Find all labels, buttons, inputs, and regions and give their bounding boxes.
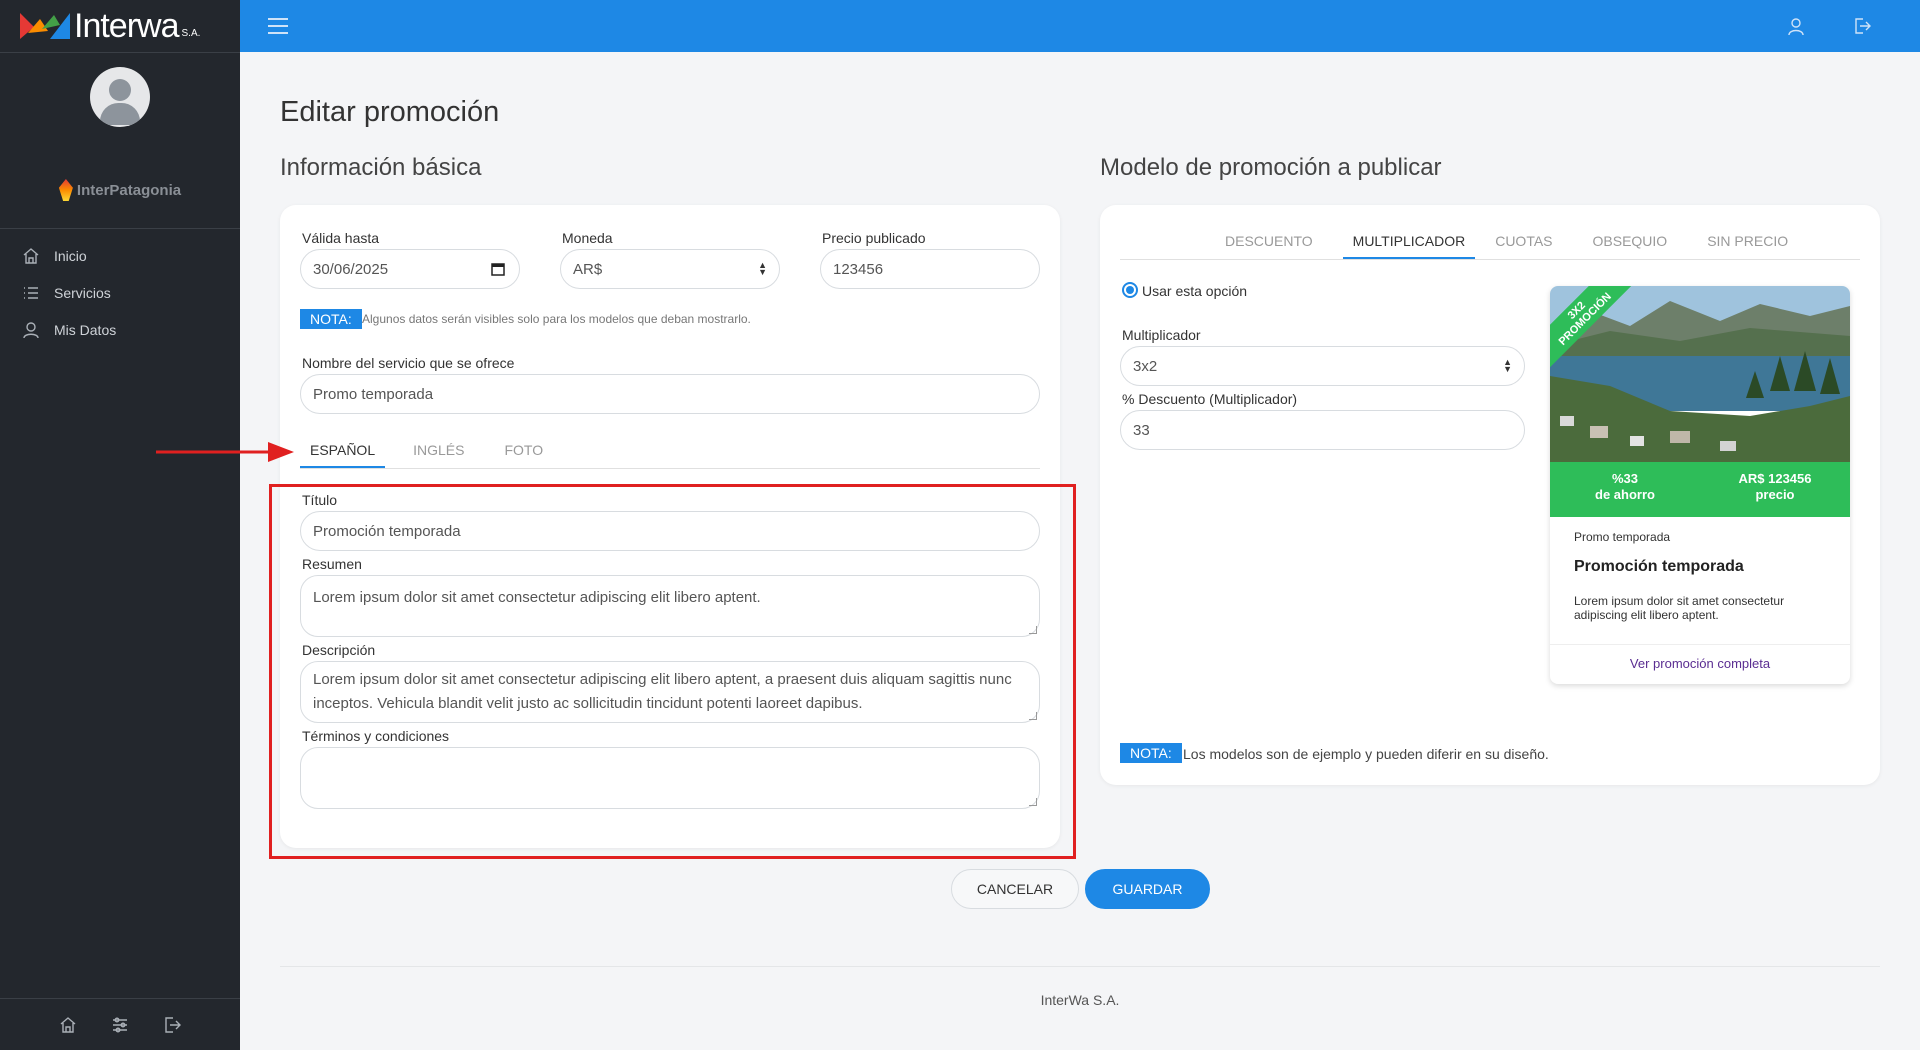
resize-handle-icon[interactable] — [1029, 626, 1037, 634]
title-label: Título — [302, 492, 338, 508]
model-tabs: DESCUENTO MULTIPLICADOR CUOTAS OBSEQUIO … — [1120, 233, 1860, 260]
price-stat-value: AR$ 123456 — [1738, 471, 1812, 486]
discount-label: % Descuento (Multiplicador) — [1122, 391, 1298, 407]
tab-multiplicador[interactable]: MULTIPLICADOR — [1342, 233, 1476, 259]
service-label: Nombre del servicio que se ofrece — [302, 355, 515, 371]
sliders-icon[interactable] — [111, 1016, 129, 1034]
price-input[interactable]: 123456 — [820, 249, 1040, 289]
list-icon — [24, 286, 38, 299]
discount-input[interactable]: 33 — [1120, 410, 1525, 450]
brand-logo-icon — [20, 13, 70, 39]
saving-stat: %33 de ahorro — [1550, 462, 1700, 517]
annotation-arrow-icon — [156, 442, 294, 462]
user-icon[interactable] — [1786, 16, 1806, 36]
sidebar-item-inicio[interactable]: Inicio — [0, 237, 240, 274]
language-tabs: ESPAÑOL INGLÉS FOTO — [300, 442, 1040, 469]
save-button[interactable]: GUARDAR — [1085, 869, 1210, 909]
saving-label: de ahorro — [1595, 487, 1655, 502]
sidebar-footer — [0, 998, 240, 1050]
company-name: InterPatagonia — [76, 181, 182, 199]
currency-value: AR$ — [573, 260, 603, 278]
promo-service: Promo temporada — [1574, 530, 1671, 544]
avatar[interactable] — [90, 67, 150, 127]
valid-until-value: 30/06/2025 — [313, 260, 389, 278]
logout-icon[interactable] — [1852, 16, 1872, 36]
multiplier-value: 3x2 — [1133, 357, 1158, 375]
tab-sin-precio[interactable]: SIN PRECIO — [1707, 233, 1788, 259]
description-textarea[interactable]: Lorem ipsum dolor sit amet consectetur a… — [300, 661, 1040, 723]
price-stat: AR$ 123456 precio — [1700, 462, 1850, 517]
sidebar-item-label: Inicio — [54, 247, 87, 264]
home-icon[interactable] — [59, 1016, 77, 1034]
currency-select[interactable]: AR$ ▲ ▼ — [560, 249, 780, 289]
calendar-icon[interactable] — [491, 262, 505, 276]
multiplier-label: Multiplicador — [1122, 327, 1201, 343]
tab-foto[interactable]: FOTO — [496, 442, 543, 468]
sidebar-item-label: Servicios — [54, 284, 111, 301]
select-arrows-icon: ▲ ▼ — [1503, 357, 1512, 374]
valid-until-label: Válida hasta — [302, 230, 380, 246]
nota-badge: NOTA: — [300, 309, 362, 329]
description-label: Descripción — [302, 642, 376, 658]
tab-cuotas[interactable]: CUOTAS — [1495, 233, 1552, 259]
use-option-radio[interactable] — [1122, 282, 1138, 298]
price-value: 123456 — [833, 260, 884, 278]
tab-ingles[interactable]: INGLÉS — [405, 442, 472, 468]
saving-value: %33 — [1611, 471, 1639, 486]
title-value: Promoción temporada — [313, 522, 461, 540]
description-value: Lorem ipsum dolor sit amet consectetur a… — [313, 671, 1012, 712]
tab-espanol[interactable]: ESPAÑOL — [300, 442, 386, 468]
use-option-label: Usar esta opción — [1142, 283, 1248, 299]
summary-label: Resumen — [302, 556, 362, 572]
brand-suffix: S.A. — [181, 27, 201, 39]
sidebar-item-mis-datos[interactable]: Mis Datos — [0, 311, 240, 348]
sidebar-nav: Inicio Servicios Mis Datos — [0, 237, 240, 348]
currency-label: Moneda — [562, 230, 613, 246]
service-input[interactable]: Promo temporada — [300, 374, 1040, 414]
brand-name: Interwa — [74, 6, 179, 45]
model-nota-text: Los modelos son de ejemplo y pueden dife… — [1183, 746, 1549, 762]
section-title-model: Modelo de promoción a publicar — [1100, 154, 1442, 181]
promo-stats: %33 de ahorro AR$ 123456 precio — [1550, 462, 1850, 517]
select-arrows-icon: ▲ ▼ — [758, 260, 767, 277]
summary-value: Lorem ipsum dolor sit amet consectetur a… — [313, 589, 761, 606]
resize-handle-icon[interactable] — [1029, 712, 1037, 720]
promo-preview-card: 3X2 PROMOCIÓN %33 de ahorro AR$ 123456 p… — [1550, 286, 1850, 684]
promo-summary: Lorem ipsum dolor sit amet consectetur a… — [1574, 594, 1785, 622]
summary-textarea[interactable]: Lorem ipsum dolor sit amet consectetur a… — [300, 575, 1040, 637]
user-icon — [23, 321, 39, 338]
logout-icon[interactable] — [163, 1016, 181, 1034]
terms-label: Términos y condiciones — [302, 728, 450, 744]
sidebar-item-label: Mis Datos — [54, 321, 117, 338]
nota-text: Algunos datos serán visibles solo para l… — [362, 312, 751, 326]
tab-descuento[interactable]: DESCUENTO — [1225, 233, 1313, 259]
valid-until-input[interactable]: 30/06/2025 — [300, 249, 520, 289]
menu-icon[interactable] — [268, 18, 288, 34]
home-icon — [23, 247, 39, 264]
price-stat-label: precio — [1755, 487, 1795, 502]
multiplier-select[interactable]: 3x2 ▲ ▼ — [1120, 346, 1525, 386]
company-logo: InterPatagonia — [0, 179, 240, 201]
discount-value: 33 — [1133, 421, 1150, 439]
tab-obsequio[interactable]: OBSEQUIO — [1593, 233, 1668, 259]
model-nota-badge: NOTA: — [1120, 743, 1182, 763]
title-input[interactable]: Promoción temporada — [300, 511, 1040, 551]
section-title-basic: Información básica — [280, 154, 482, 181]
sidebar-item-servicios[interactable]: Servicios — [0, 274, 240, 311]
resize-handle-icon[interactable] — [1029, 798, 1037, 806]
topbar — [240, 0, 1920, 52]
footer-divider — [280, 966, 1880, 967]
cancel-button[interactable]: CANCELAR — [951, 869, 1079, 909]
page-title: Editar promoción — [280, 96, 500, 128]
terms-textarea[interactable] — [300, 747, 1040, 809]
service-value: Promo temporada — [313, 385, 434, 403]
sidebar: Interwa S.A. InterPatagonia Inicio Servi… — [0, 0, 240, 1050]
brand: Interwa S.A. — [0, 0, 240, 53]
flame-icon — [58, 179, 73, 201]
view-promo-link[interactable]: Ver promoción completa — [1550, 644, 1850, 684]
footer-text: InterWa S.A. — [1040, 992, 1120, 1008]
price-label: Precio publicado — [822, 230, 926, 246]
promo-title: Promoción temporada — [1574, 558, 1744, 575]
